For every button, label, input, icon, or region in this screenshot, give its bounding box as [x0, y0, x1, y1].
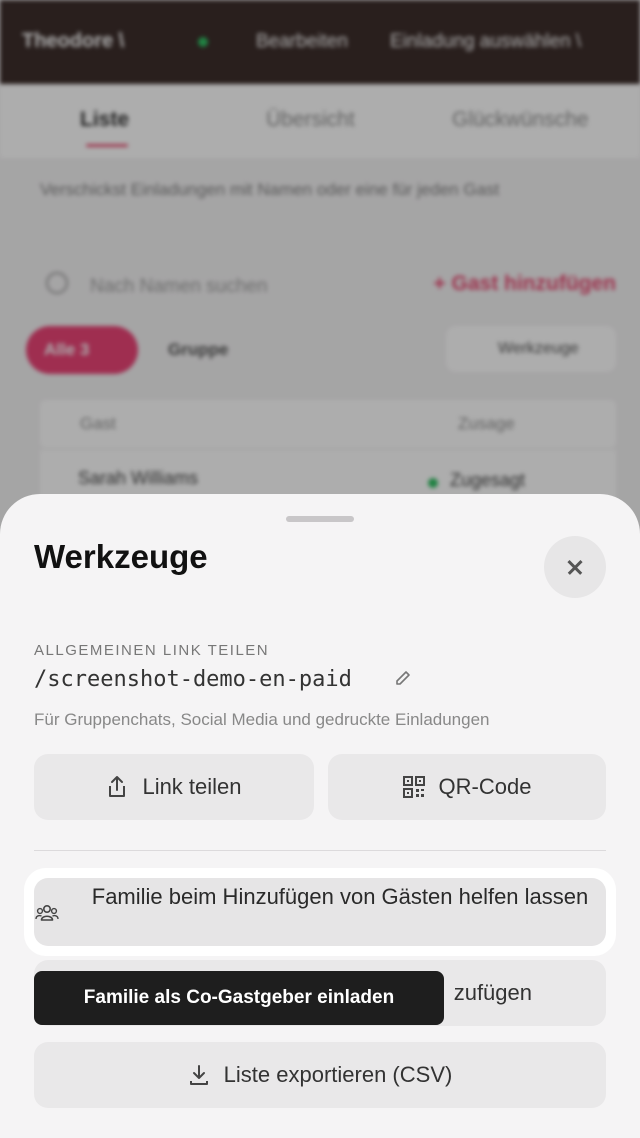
- share-link-path: /screenshot-demo-en-paid: [34, 667, 352, 692]
- sheet-title: Werkzeuge: [34, 538, 208, 575]
- pencil-icon[interactable]: [394, 670, 412, 688]
- sheet-grabber[interactable]: [286, 516, 354, 522]
- export-csv-button[interactable]: Liste exportieren (CSV): [34, 1042, 606, 1108]
- export-csv-label: Liste exportieren (CSV): [223, 1062, 453, 1087]
- close-button[interactable]: [544, 536, 606, 598]
- people-group-icon: [35, 905, 59, 921]
- qr-code-label: QR-Code: [438, 774, 532, 799]
- general-link-label: ALLGEMEINEN LINK TEILEN: [34, 642, 270, 659]
- download-icon: [189, 1065, 208, 1085]
- family-help-label: Familie beim Hinzufügen von Gästen helfe…: [91, 884, 589, 909]
- qr-code-button[interactable]: QR-Code: [328, 754, 606, 820]
- tools-sheet: Werkzeuge ALLGEMEINEN LINK TEILEN /scree…: [0, 494, 640, 1138]
- add-coguest-label: zufügen: [453, 980, 532, 1005]
- divider: [34, 850, 606, 851]
- qr-code-icon: [402, 776, 425, 798]
- share-link-label: Link teilen: [142, 774, 242, 799]
- share-link-description: Für Gruppenchats, Social Media und gedru…: [34, 710, 490, 729]
- share-link-button[interactable]: Link teilen: [34, 754, 314, 820]
- coguest-tooltip: Familie als Co-Gastgeber einladen: [34, 971, 444, 1025]
- share-icon: [109, 776, 126, 797]
